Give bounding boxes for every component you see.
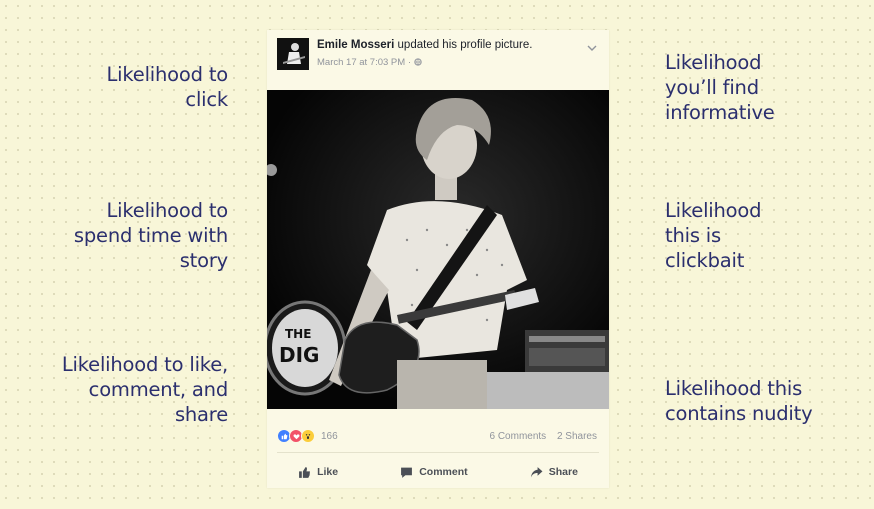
like-icon bbox=[299, 466, 310, 478]
author-name[interactable]: Emile Mosseri bbox=[317, 39, 394, 51]
shares-count[interactable]: 2 Shares bbox=[557, 431, 597, 442]
label-likelihood-nudity: Likelihood this contains nudity bbox=[665, 377, 813, 425]
post-action-text: updated his profile picture. bbox=[394, 39, 533, 51]
post-actions: Like Comment Share bbox=[267, 462, 609, 482]
globe-icon bbox=[413, 57, 422, 68]
like-label: Like bbox=[317, 466, 339, 478]
avatar[interactable] bbox=[277, 38, 309, 70]
label-likelihood-click: Likelihood to click bbox=[106, 63, 229, 111]
comments-count[interactable]: 6 Comments bbox=[490, 431, 547, 442]
like-button[interactable]: Like bbox=[298, 462, 338, 482]
reactions-summary[interactable]: 166 bbox=[277, 429, 338, 443]
engagement-counts: 6 Comments 2 Shares bbox=[482, 431, 598, 442]
post-header-text: Emile Mosseri updated his profile pictur… bbox=[317, 39, 532, 51]
share-button[interactable]: Share bbox=[530, 462, 578, 482]
label-likelihood-time: Likelihood to spend time with story bbox=[73, 199, 228, 272]
svg-text:DIG: DIG bbox=[279, 343, 319, 367]
share-label: Share bbox=[548, 466, 578, 478]
reaction-count: 166 bbox=[321, 430, 338, 442]
divider bbox=[277, 452, 599, 453]
svg-text:THE: THE bbox=[285, 327, 311, 341]
share-icon bbox=[530, 466, 543, 477]
comment-button[interactable]: Comment bbox=[400, 462, 468, 482]
label-likelihood-engage: Likelihood to like, comment, and share bbox=[61, 353, 228, 426]
profile-photo[interactable]: THE DIG bbox=[267, 90, 609, 409]
wow-reaction-icon bbox=[301, 429, 315, 443]
post-meta: March 17 at 7:03 PM · bbox=[317, 57, 422, 68]
comment-icon bbox=[401, 467, 413, 478]
label-likelihood-informative: Likelihood you’ll find informative bbox=[665, 51, 775, 124]
chevron-down-icon[interactable] bbox=[585, 40, 599, 51]
post-timestamp[interactable]: March 17 at 7:03 PM · bbox=[317, 57, 414, 68]
facebook-post-card: Emile Mosseri updated his profile pictur… bbox=[267, 30, 609, 488]
label-likelihood-clickbait: Likelihood this is clickbait bbox=[665, 199, 762, 272]
comment-label: Comment bbox=[419, 466, 468, 478]
